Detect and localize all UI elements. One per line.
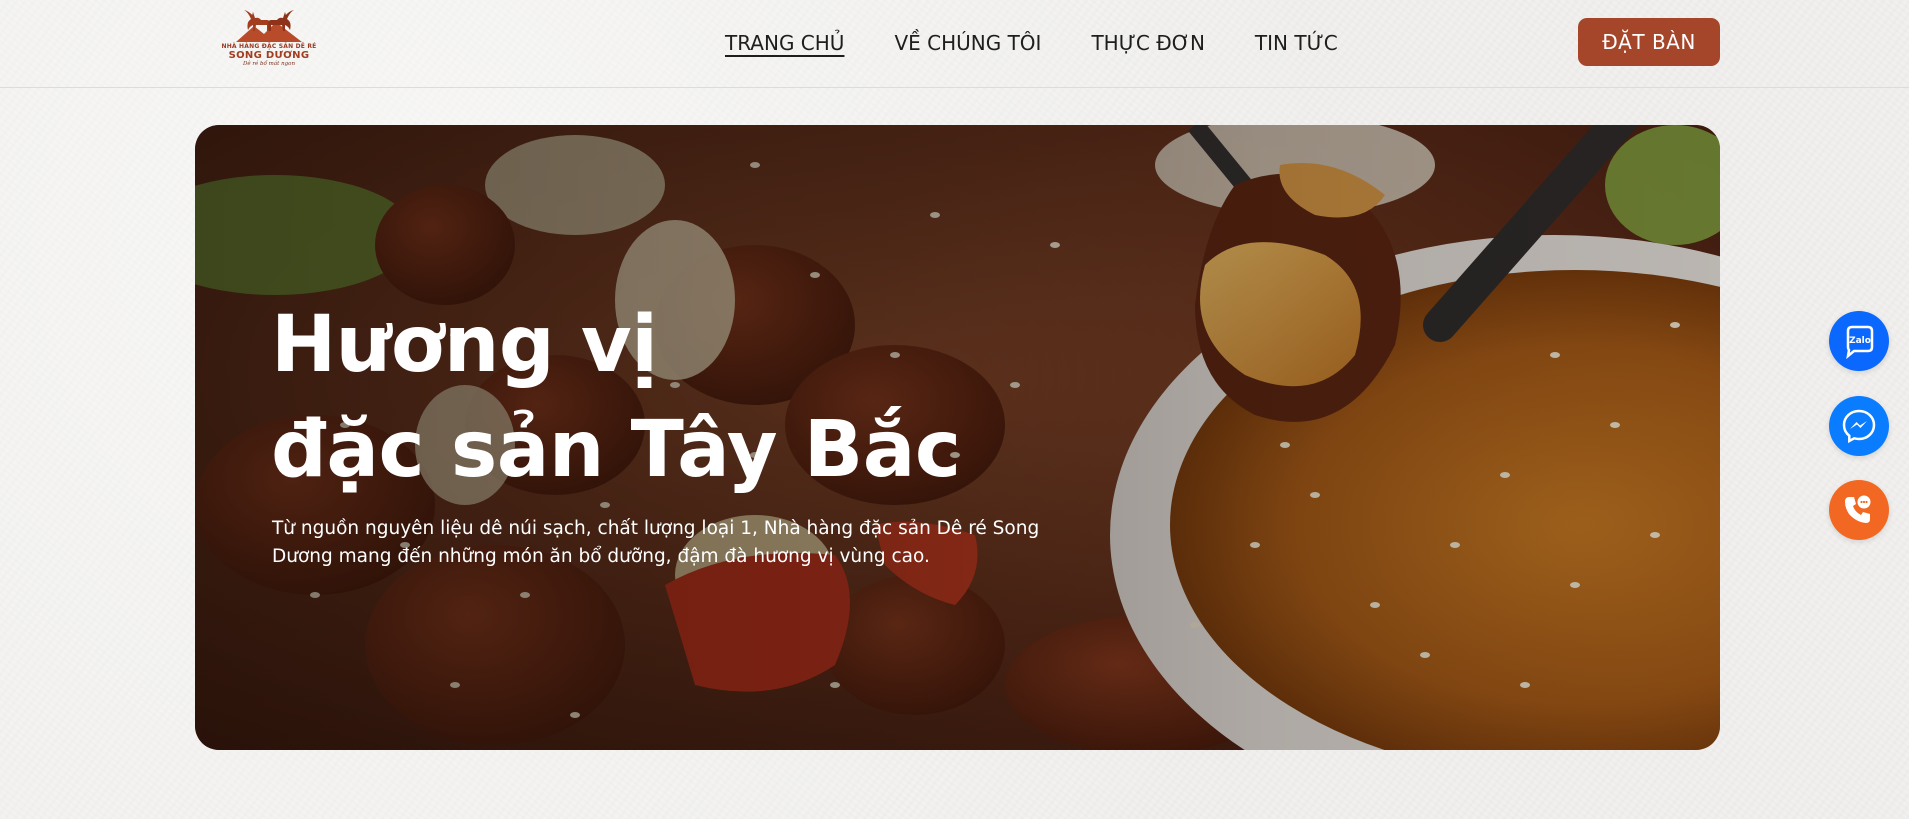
nav-item-about[interactable]: VỀ CHÚNG TÔI — [894, 31, 1041, 55]
phone-button[interactable] — [1829, 480, 1889, 540]
nav-item-home[interactable]: TRANG CHỦ — [725, 31, 844, 55]
nav-item-news[interactable]: TIN TỨC — [1255, 31, 1338, 55]
phone-icon — [1845, 495, 1871, 523]
nav-item-menu[interactable]: THỰC ĐƠN — [1091, 31, 1204, 55]
site-logo[interactable]: NHÀ HÀNG ĐẶC SẢN DÊ RÉ SONG DƯƠNG Dê ré … — [209, 4, 329, 82]
goat-logo-icon — [236, 10, 302, 42]
zalo-button[interactable]: Zalo — [1829, 311, 1889, 371]
main-nav: TRANG CHỦ VỀ CHÚNG TÔI THỰC ĐƠN TIN TỨC — [725, 31, 1338, 55]
site-header: NHÀ HÀNG ĐẶC SẢN DÊ RÉ SONG DƯƠNG Dê ré … — [0, 0, 1909, 88]
messenger-icon — [1842, 409, 1876, 444]
hero-description: Từ nguồn nguyên liệu dê núi sạch, chất l… — [272, 518, 1040, 567]
logo-top-line: NHÀ HÀNG ĐẶC SẢN DÊ RÉ — [221, 43, 317, 50]
hero-title: Hương vị đặc sản Tây Bắc — [271, 293, 1171, 503]
zalo-label: Zalo — [1849, 336, 1871, 346]
logo-brand-name: SONG DƯƠNG — [228, 50, 310, 61]
hero-title-line1: Hương vị — [271, 300, 658, 390]
hero-banner: Hương vị đặc sản Tây Bắc Từ nguồn nguyên… — [195, 125, 1720, 750]
book-table-button[interactable]: ĐẶT BÀN — [1578, 18, 1720, 66]
messenger-button[interactable] — [1829, 396, 1889, 456]
zalo-icon: Zalo — [1846, 325, 1874, 359]
hero-title-line2: đặc sản Tây Bắc — [271, 405, 961, 495]
logo-slogan: Dê ré bổ mát ngon — [242, 61, 296, 67]
